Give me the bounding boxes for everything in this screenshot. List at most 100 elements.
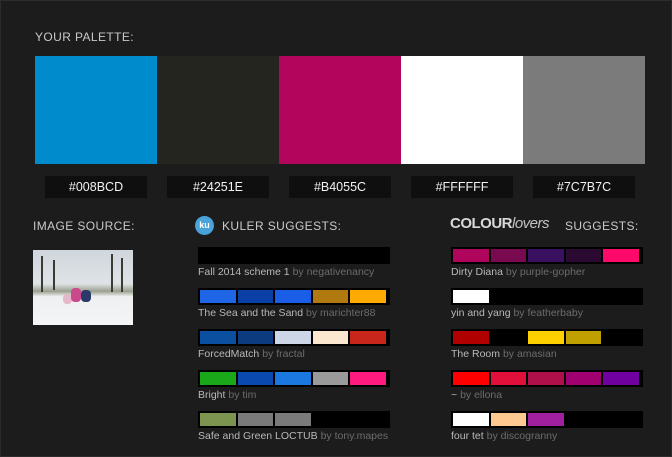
scheme-color-strip[interactable] [451,370,643,387]
scheme-color [528,249,564,262]
kuler-scheme[interactable]: ForcedMatch by fractal [198,329,390,360]
scheme-color-strip[interactable] [198,329,390,346]
swatch-4[interactable] [401,56,523,164]
scheme-name[interactable]: ForcedMatch [198,348,259,360]
scheme-name[interactable]: The Sea and the Sand [198,307,303,319]
scheme-color [275,249,311,262]
scheme-color [528,290,564,303]
scheme-color [603,372,639,385]
scheme-name[interactable]: Bright [198,389,225,401]
scheme-color [453,413,489,426]
scheme-color [312,372,349,385]
colourlovers-scheme[interactable]: The Room by amasian [451,329,643,360]
colourlovers-scheme[interactable]: ~ by ellona [451,370,643,401]
scheme-author[interactable]: tony.mapes [335,430,389,442]
colourlovers-scheme[interactable]: yin and yang by featherbaby [451,288,643,319]
scheme-color [603,413,639,426]
scheme-by: by [306,307,318,319]
hex-code-3[interactable]: #B4055C [289,176,391,198]
scheme-label: Bright by tim [198,389,256,401]
scheme-color [312,413,349,426]
scheme-color [200,413,236,426]
person-figure [81,290,91,302]
kuler-scheme[interactable]: The Sea and the Sand by marichter88 [198,288,390,319]
scheme-color-strip[interactable] [198,247,390,264]
hex-code-1[interactable]: #008BCD [45,176,147,198]
scheme-color-strip[interactable] [451,288,643,305]
colourlovers-heading: SUGGESTS: [565,219,639,233]
hex-code-2[interactable]: #24251E [167,176,269,198]
scheme-color-strip[interactable] [451,411,643,428]
your-palette-heading: YOUR PALETTE: [35,30,134,44]
tree [41,256,43,292]
scheme-color-strip[interactable] [198,411,390,428]
scheme-color [490,290,527,303]
scheme-author[interactable]: discogranny [501,430,558,442]
scheme-color [565,413,602,426]
scheme-color [275,372,311,385]
scheme-name[interactable]: Safe and Green LOCTUB [198,430,318,442]
hex-code-4[interactable]: #FFFFFF [411,176,513,198]
scheme-color [237,413,274,426]
scheme-name[interactable]: The Room [451,348,500,360]
colourlovers-scheme[interactable]: Dirty Diana by purple-gopher [451,247,643,278]
scheme-color [528,372,564,385]
kuler-scheme[interactable]: Fall 2014 scheme 1 by negativenancy [198,247,390,278]
kuler-logo-icon: ku [195,216,214,235]
scheme-color [603,249,639,262]
scheme-author[interactable]: tim [242,389,256,401]
scheme-color-strip[interactable] [451,247,643,264]
scheme-color [200,249,236,262]
scheme-color [490,249,527,262]
image-source-thumbnail[interactable] [33,250,133,325]
scheme-by: by [228,389,240,401]
scheme-author[interactable]: fractal [276,348,305,360]
scheme-name[interactable]: Fall 2014 scheme 1 [198,266,290,278]
scheme-color [312,249,349,262]
hex-codes-row: #008BCD #24251E #B4055C #FFFFFF #7C7B7C [35,176,645,198]
scheme-color [528,331,564,344]
scheme-name[interactable]: Dirty Diana [451,266,503,278]
image-source-heading: IMAGE SOURCE: [33,219,135,233]
scheme-color-strip[interactable] [451,329,643,346]
hex-code-5[interactable]: #7C7B7C [533,176,635,198]
scheme-color [565,249,602,262]
scheme-author[interactable]: purple-gopher [520,266,585,278]
scheme-color [200,331,236,344]
scheme-label: The Room by amasian [451,348,557,360]
palette-swatches [35,56,645,164]
scheme-author[interactable]: amasian [517,348,557,360]
swatch-2[interactable] [157,56,279,164]
scheme-label: The Sea and the Sand by marichter88 [198,307,375,319]
scheme-color [453,290,489,303]
colourlovers-logo: COLOURlovers [450,215,550,232]
scheme-author[interactable]: marichter88 [320,307,375,319]
scheme-color-strip[interactable] [198,370,390,387]
scheme-by: by [292,266,304,278]
scheme-label: yin and yang by featherbaby [451,307,583,319]
scheme-author[interactable]: ellona [474,389,502,401]
swatch-1[interactable] [35,56,157,164]
scheme-color [490,331,527,344]
scheme-name[interactable]: ~ [451,389,457,401]
scheme-color [350,249,386,262]
scheme-name[interactable]: four tet [451,430,484,442]
scheme-by: by [513,307,525,319]
scheme-name[interactable]: yin and yang [451,307,511,319]
scheme-author[interactable]: featherbaby [527,307,582,319]
kuler-scheme[interactable]: Safe and Green LOCTUB by tony.mapes [198,411,390,442]
colourlovers-scheme[interactable]: four tet by discogranny [451,411,643,442]
scheme-color [312,290,349,303]
scheme-color [275,331,311,344]
kuler-scheme[interactable]: Bright by tim [198,370,390,401]
scheme-color [312,331,349,344]
swatch-3[interactable] [279,56,401,164]
scheme-color-strip[interactable] [198,288,390,305]
scheme-color [453,249,489,262]
swatch-5[interactable] [523,56,645,164]
scheme-color [237,372,274,385]
scheme-author[interactable]: negativenancy [307,266,375,278]
scheme-label: ForcedMatch by fractal [198,348,305,360]
scheme-label: Dirty Diana by purple-gopher [451,266,585,278]
scheme-by: by [502,348,515,360]
